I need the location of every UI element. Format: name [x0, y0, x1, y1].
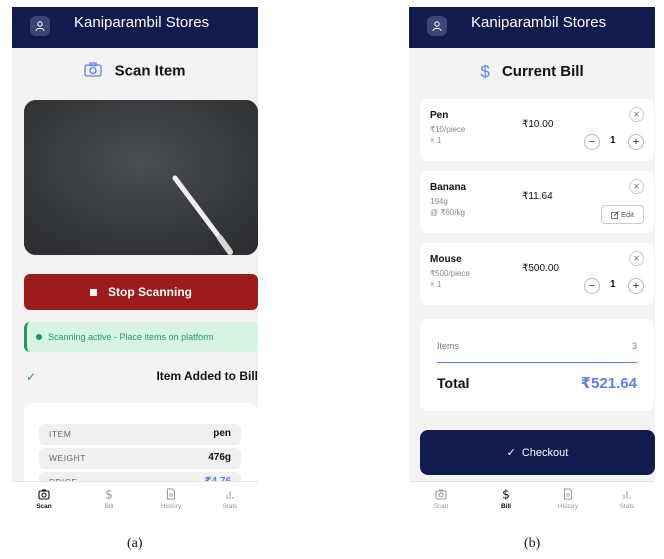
bill-summary-card: Items 3 Total ₹521.64	[420, 319, 654, 411]
remove-item-close-icon[interactable]: ✕	[629, 179, 644, 194]
edit-icon	[611, 210, 619, 219]
item-price: ₹500.00	[522, 263, 559, 274]
item-name: Banana	[430, 182, 467, 193]
camera-icon	[435, 489, 447, 500]
total-label: Total	[437, 375, 470, 391]
increase-quantity-button[interactable]: +	[628, 134, 644, 150]
checkout-label: Checkout	[521, 446, 569, 459]
total-value: ₹521.64	[580, 375, 637, 392]
status-text: Scanning active - Place items on platfor…	[48, 332, 214, 342]
dollar-icon: $	[502, 488, 510, 500]
page-title: Scan Item	[114, 62, 186, 80]
svg-text:$: $	[502, 488, 510, 500]
tab-stats[interactable]: Stats	[210, 488, 250, 510]
figure-caption-b: (b)	[524, 536, 541, 551]
svg-text:$: $	[105, 488, 113, 500]
bill-item-banana: Banana 194g @ ₹60/kg ₹11.64 ✕ Edit	[420, 171, 654, 233]
tab-scan[interactable]: Scan	[421, 488, 461, 510]
tab-label: Stats	[619, 503, 635, 510]
bill-item-mouse: Mouse ₹500/piece × 1 ₹500.00 ✕ − 1 +	[420, 243, 654, 305]
item-rate: @ ₹60/kg	[430, 208, 466, 217]
tab-history[interactable]: History	[151, 488, 191, 510]
bill-item-pen: Pen ₹10/piece × 1 ₹10.00 ✕ − 1 +	[420, 99, 654, 161]
page-title-row: Scan Item	[12, 62, 258, 81]
tab-label: Stats	[222, 503, 238, 510]
items-count: 3	[631, 341, 637, 351]
item-added-text: Item Added to Bill	[156, 369, 258, 383]
item-name: Pen	[430, 110, 449, 121]
stop-scanning-button[interactable]: Stop Scanning	[24, 274, 258, 310]
detail-value: pen	[213, 428, 231, 439]
app-header: Kaniparambil Stores	[409, 7, 655, 48]
decrease-quantity-button[interactable]: −	[584, 278, 600, 294]
dollar-icon: $	[105, 488, 113, 500]
user-avatar-icon[interactable]	[427, 16, 447, 36]
item-price: ₹10.00	[522, 119, 554, 130]
decrease-quantity-button[interactable]: −	[584, 134, 600, 150]
camera-icon	[84, 62, 103, 81]
tab-stats[interactable]: Stats	[607, 488, 647, 510]
tab-scan[interactable]: Scan	[24, 488, 64, 510]
tab-bill[interactable]: $ Bill	[486, 488, 526, 510]
camera-preview	[24, 100, 258, 255]
tab-label: History	[160, 503, 182, 510]
document-icon	[564, 488, 572, 500]
figure-caption-a: (a)	[127, 536, 143, 551]
document-icon	[167, 488, 175, 500]
item-weight: 194g	[430, 197, 448, 206]
page-title: Current Bill	[501, 62, 584, 80]
remove-item-close-icon[interactable]: ✕	[629, 251, 644, 266]
quantity-value: 1	[610, 135, 616, 146]
quantity-stepper: − 1 +	[584, 278, 644, 294]
detail-row-item: ITEM pen	[39, 424, 241, 445]
tab-history[interactable]: History	[548, 488, 588, 510]
app-header: Kaniparambil Stores	[12, 7, 258, 48]
store-name: Kaniparambil Stores	[471, 14, 607, 31]
check-icon: ✓	[26, 370, 37, 384]
checkout-button[interactable]: ✓ Checkout	[420, 430, 655, 475]
scan-screen: Kaniparambil Stores Scan Item Stop Scann…	[12, 7, 258, 520]
edit-label: Edit	[621, 210, 634, 219]
store-name: Kaniparambil Stores	[74, 14, 210, 31]
bar-chart-icon	[623, 491, 631, 499]
bottom-tab-bar: Scan $ Bill History Stats	[12, 481, 258, 520]
stop-scanning-label: Stop Scanning	[108, 285, 192, 299]
detail-row-weight: WEIGHT 476g	[39, 448, 241, 469]
tab-label: Scan	[433, 503, 449, 510]
items-label: Items	[437, 341, 460, 351]
item-price: ₹11.64	[522, 191, 553, 202]
tab-label: Bill	[500, 503, 512, 510]
bottom-tab-bar: Scan $ Bill History Stats	[409, 481, 655, 520]
summary-divider	[437, 362, 637, 363]
increase-quantity-button[interactable]: +	[628, 278, 644, 294]
tab-label: Bill	[104, 503, 114, 510]
tab-bill[interactable]: $ Bill	[89, 488, 129, 510]
camera-icon	[38, 489, 50, 500]
item-unit-price: ₹500/piece	[430, 269, 470, 278]
item-quantity-note: × 1	[430, 280, 442, 289]
remove-item-close-icon[interactable]: ✕	[629, 107, 644, 122]
user-avatar-icon[interactable]	[30, 16, 50, 36]
quantity-stepper: − 1 +	[584, 134, 644, 150]
detail-value: 476g	[208, 452, 231, 463]
dollar-icon: $	[480, 62, 490, 81]
tab-label: Scan	[36, 503, 52, 510]
stop-icon	[90, 288, 97, 296]
edit-item-button[interactable]: Edit	[601, 205, 644, 224]
item-quantity-note: × 1	[430, 136, 442, 145]
item-unit-price: ₹10/piece	[430, 125, 466, 134]
scanning-status-banner: Scanning active - Place items on platfor…	[24, 322, 258, 352]
tab-label: History	[557, 503, 579, 510]
page-title-row: $ Current Bill	[409, 62, 655, 82]
item-added-row: ✓ Item Added to Bill	[24, 369, 258, 385]
status-dot-icon	[36, 334, 42, 340]
bill-screen: Kaniparambil Stores $ Current Bill Pen ₹…	[409, 7, 655, 520]
detail-label: ITEM	[49, 429, 72, 439]
item-name: Mouse	[430, 254, 462, 265]
quantity-value: 1	[610, 279, 616, 290]
bar-chart-icon	[226, 491, 234, 499]
check-icon: ✓	[506, 447, 516, 459]
detail-label: WEIGHT	[49, 453, 86, 463]
